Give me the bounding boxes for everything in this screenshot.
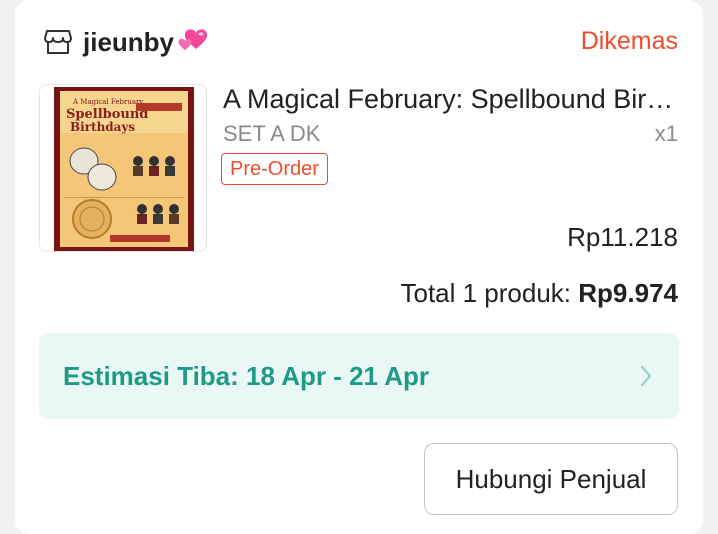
product-price: Rp11.218: [567, 222, 678, 252]
total-label: Total 1 produk:: [400, 278, 579, 308]
svg-text:A Magical February: A Magical February: [72, 98, 143, 106]
shop-name[interactable]: jieunby: [83, 27, 174, 58]
delivery-estimate-text: Estimasi Tiba: 18 Apr - 21 Apr: [63, 360, 430, 391]
two-hearts-icon: [178, 29, 208, 51]
order-total: Total 1 produk: Rp9.974: [400, 278, 678, 309]
order-status: Dikemas: [580, 27, 678, 55]
product-title[interactable]: A Magical February: Spellbound Bir…: [223, 84, 678, 115]
product-variant: SET A DK: [223, 121, 321, 146]
order-card[interactable]: jieunby Dikemas A Magical February Spell…: [15, 0, 703, 534]
shop-icon: [44, 30, 72, 54]
contact-seller-button[interactable]: Hubungi Penjual: [424, 443, 678, 515]
total-amount: Rp9.974: [578, 278, 678, 308]
product-thumbnail[interactable]: A Magical February Spellbound Birthdays: [39, 84, 207, 252]
chevron-right-icon: [640, 365, 652, 387]
svg-text:Birthdays: Birthdays: [70, 120, 135, 134]
delivery-estimate-row[interactable]: Estimasi Tiba: 18 Apr - 21 Apr: [39, 333, 679, 419]
product-quantity: x1: [654, 121, 678, 146]
preorder-badge: Pre-Order: [221, 153, 328, 185]
shop-header[interactable]: jieunby: [43, 22, 210, 62]
product-poster-image: A Magical February Spellbound Birthdays: [40, 85, 206, 251]
